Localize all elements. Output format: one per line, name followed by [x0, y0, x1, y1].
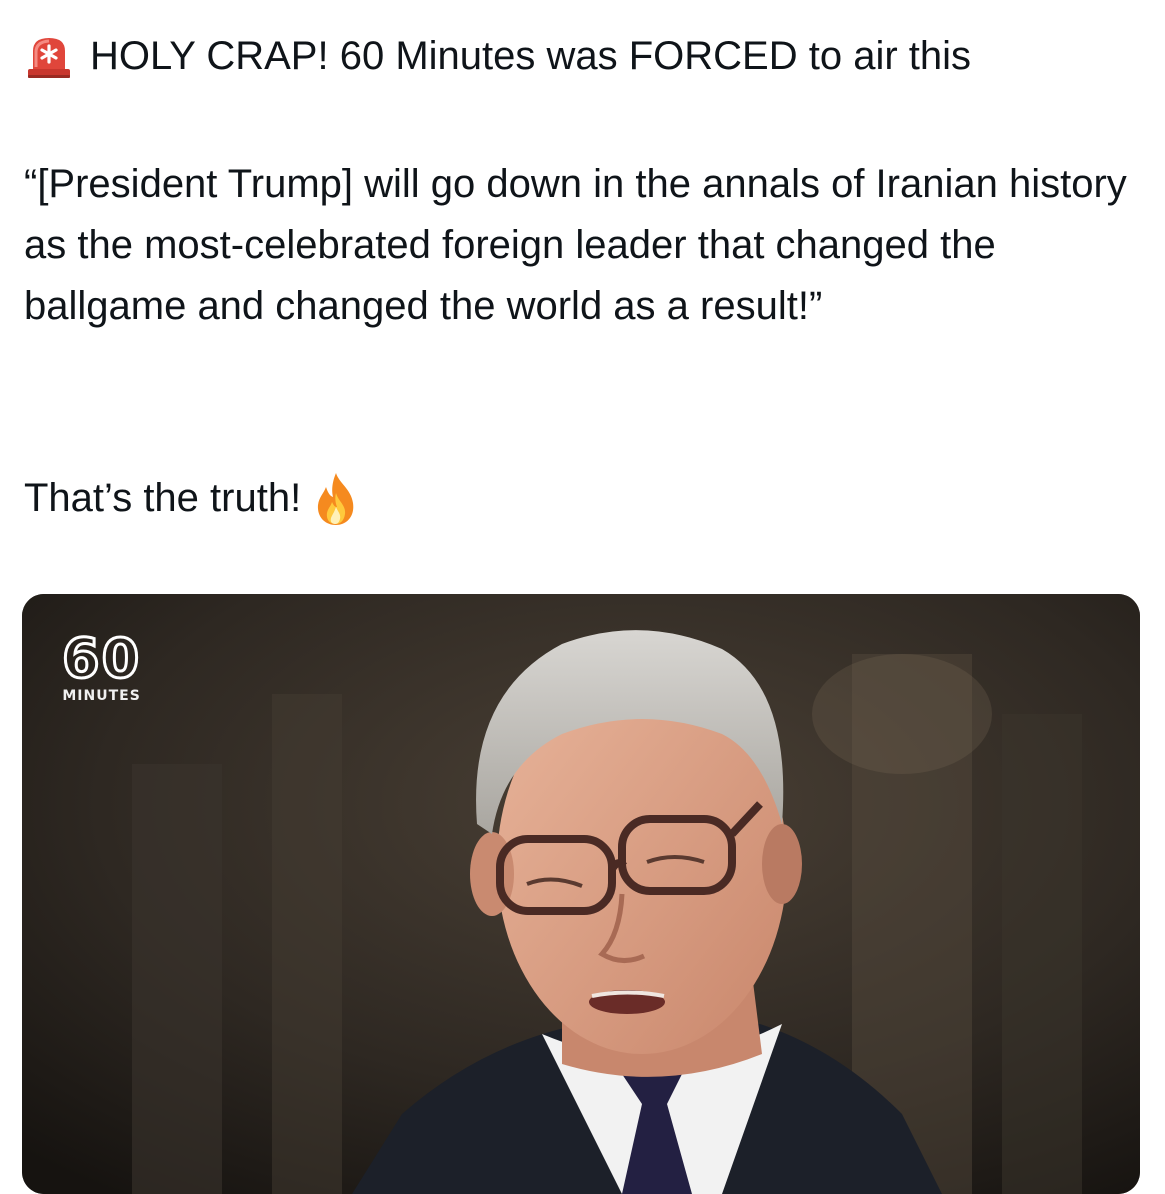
closing-line: That’s the truth!: [24, 468, 359, 529]
post-headline: HOLY CRAP! 60 Minutes was FORCED to air …: [24, 30, 971, 82]
siren-icon: [24, 31, 74, 81]
fire-icon: [313, 471, 359, 527]
closing-text: That’s the truth!: [24, 476, 302, 520]
60-minutes-logo: 60 MINUTES: [60, 627, 142, 704]
logo-word: MINUTES: [62, 688, 141, 704]
anchor-photo: [22, 594, 1140, 1194]
headline-text: HOLY CRAP! 60 Minutes was FORCED to air …: [90, 34, 972, 78]
logo-number: 60: [60, 627, 142, 690]
video-thumbnail[interactable]: 60 MINUTES: [22, 594, 1140, 1194]
post: HOLY CRAP! 60 Minutes was FORCED to air …: [0, 0, 1165, 1194]
quote-text: “[President Trump] will go down in the a…: [24, 162, 1127, 328]
